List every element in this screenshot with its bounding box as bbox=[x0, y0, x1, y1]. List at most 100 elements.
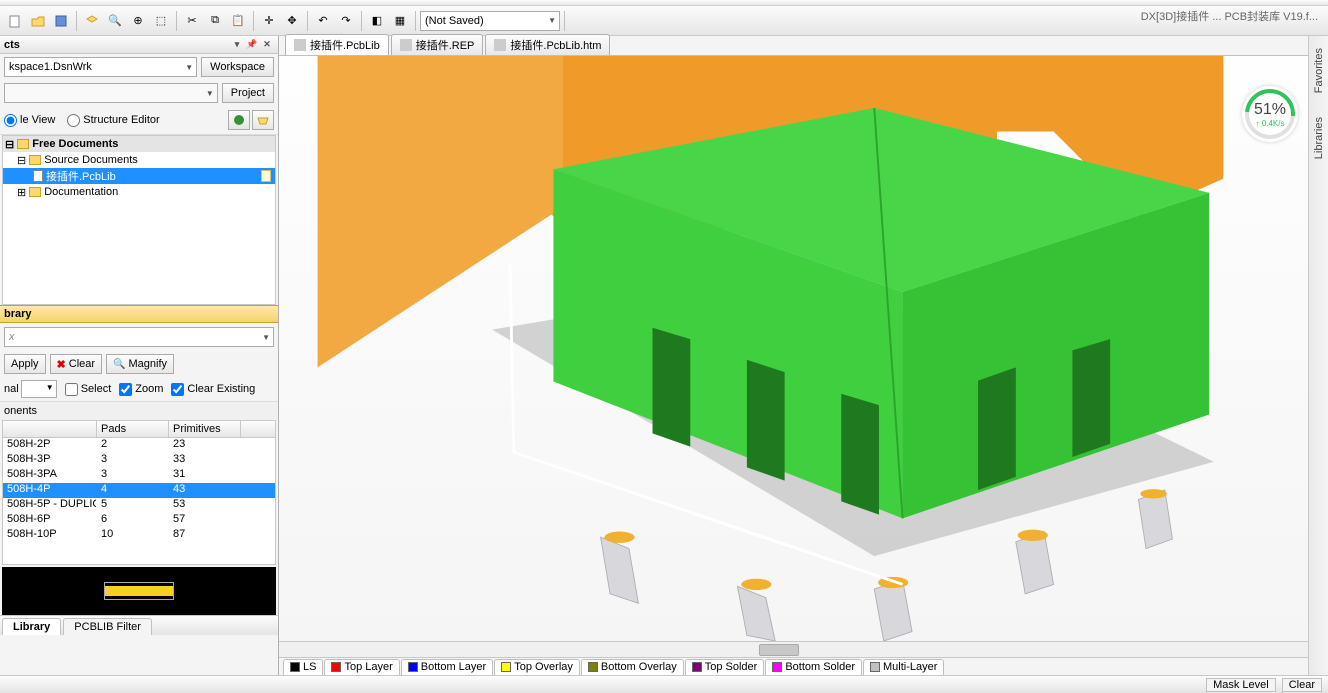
projects-panel-header: cts ▾ 📌 ✕ bbox=[0, 36, 278, 54]
paste-icon[interactable]: 📋 bbox=[227, 10, 249, 32]
layer-tab[interactable]: LS bbox=[283, 659, 323, 675]
zoom-fit-icon[interactable]: 🔍 bbox=[104, 10, 126, 32]
components-label: onents bbox=[0, 402, 278, 420]
layer-color-swatch bbox=[290, 662, 300, 672]
new-icon[interactable] bbox=[4, 10, 26, 32]
compile-icon[interactable] bbox=[228, 110, 250, 130]
workspace-combo[interactable]: kspace1.DsnWrk bbox=[4, 57, 197, 77]
tree-documentation[interactable]: ⊞Documentation bbox=[3, 184, 275, 200]
clear-existing-checkbox[interactable]: Clear Existing bbox=[171, 383, 255, 396]
table-row[interactable]: 508H-5P - DUPLIC.553 bbox=[3, 498, 275, 513]
layer-tab[interactable]: Top Overlay bbox=[494, 659, 580, 675]
redo-icon[interactable]: ↷ bbox=[335, 10, 357, 32]
table-row[interactable]: 508H-3PA331 bbox=[3, 468, 275, 483]
project-tree[interactable]: ⊟Free Documents ⊟Source Documents 接插件.Pc… bbox=[2, 135, 276, 305]
workspace-button[interactable]: Workspace bbox=[201, 57, 274, 77]
main-toolbar: 🔍 ⊕ ⬚ ✂ ⧉ 📋 ✛ ✥ ↶ ↷ ◧ ▦ (Not Saved) DX[3… bbox=[0, 6, 1328, 36]
tab-pcblib-filter[interactable]: PCBLIB Filter bbox=[63, 618, 152, 635]
open-icon[interactable] bbox=[27, 10, 49, 32]
project-combo[interactable] bbox=[4, 83, 218, 103]
normal-combo[interactable] bbox=[21, 380, 57, 398]
panel-menu-icon[interactable]: ▾ bbox=[230, 38, 244, 52]
layer-tab[interactable]: Bottom Overlay bbox=[581, 659, 684, 675]
side-tab-favorites[interactable]: Favorites bbox=[1311, 42, 1327, 99]
col-name[interactable] bbox=[3, 421, 97, 437]
select-checkbox[interactable]: Select bbox=[65, 383, 112, 396]
file-icon bbox=[400, 39, 412, 51]
left-panel-tabs: Library PCBLIB Filter bbox=[0, 615, 278, 635]
layer-color-swatch bbox=[692, 662, 702, 672]
scrollbar-thumb[interactable] bbox=[759, 644, 799, 656]
apply-button[interactable]: Apply bbox=[4, 354, 46, 374]
project-button[interactable]: Project bbox=[222, 83, 274, 103]
table-row[interactable]: 508H-3P333 bbox=[3, 453, 275, 468]
mask-level-button[interactable]: Mask Level bbox=[1206, 678, 1276, 692]
3d-viewport[interactable]: 51% ↑ 0.4K/s bbox=[279, 56, 1328, 641]
window-title-suffix: DX[3D]接插件 ... PCB封装库 V19.f... bbox=[1141, 8, 1318, 24]
layer-tab[interactable]: Top Layer bbox=[324, 659, 399, 675]
tree-root[interactable]: ⊟Free Documents bbox=[3, 136, 275, 152]
layer-color-swatch bbox=[588, 662, 598, 672]
workspace-combo-value: kspace1.DsnWrk bbox=[9, 61, 92, 73]
grid-icon[interactable]: ▦ bbox=[389, 10, 411, 32]
table-row[interactable]: 508H-2P223 bbox=[3, 438, 275, 453]
table-row[interactable]: 508H-6P657 bbox=[3, 513, 275, 528]
magnify-icon: 🔍 bbox=[113, 359, 125, 370]
horizontal-scrollbar[interactable] bbox=[279, 641, 1328, 657]
layer-tab[interactable]: Bottom Layer bbox=[401, 659, 493, 675]
footprint-graphic bbox=[104, 582, 174, 600]
components-table-head[interactable]: Pads Primitives bbox=[3, 421, 275, 438]
components-table: Pads Primitives 508H-2P223508H-3P333508H… bbox=[2, 420, 276, 565]
magnify-button[interactable]: 🔍Magnify bbox=[106, 354, 174, 374]
tab-library[interactable]: Library bbox=[2, 618, 61, 635]
structure-editor-radio[interactable]: Structure Editor bbox=[67, 114, 159, 127]
saved-combo[interactable]: (Not Saved) bbox=[420, 11, 560, 31]
document-tabs: 接插件.PcbLib接插件.REP接插件.PcbLib.htm bbox=[279, 36, 1328, 56]
layer-color-swatch bbox=[408, 662, 418, 672]
doc-tab[interactable]: 接插件.PcbLib bbox=[285, 34, 389, 55]
cut-icon[interactable]: ✂ bbox=[181, 10, 203, 32]
projects-panel-title: cts bbox=[4, 39, 20, 51]
crosshair-tool[interactable]: ✛ bbox=[258, 10, 280, 32]
col-primitives[interactable]: Primitives bbox=[169, 421, 241, 437]
layers-icon[interactable] bbox=[81, 10, 103, 32]
tree-source-docs[interactable]: ⊟Source Documents bbox=[3, 152, 275, 168]
col-pads[interactable]: Pads bbox=[97, 421, 169, 437]
panel-pin-icon[interactable]: 📌 bbox=[245, 38, 259, 52]
zoom-region-icon[interactable]: ⬚ bbox=[150, 10, 172, 32]
table-row[interactable]: 508H-4P443 bbox=[3, 483, 275, 498]
layer-tab[interactable]: Multi-Layer bbox=[863, 659, 944, 675]
file-view-radio[interactable]: le View bbox=[4, 114, 55, 127]
clear-button[interactable]: ✖Clear bbox=[50, 354, 103, 374]
doc-tab[interactable]: 接插件.PcbLib.htm bbox=[485, 34, 610, 55]
copy-icon[interactable]: ⧉ bbox=[204, 10, 226, 32]
layer-tab[interactable]: Top Solder bbox=[685, 659, 765, 675]
pcb-icon bbox=[33, 170, 43, 182]
file-icon bbox=[494, 39, 506, 51]
tree-file-pcblib[interactable]: 接插件.PcbLib bbox=[3, 168, 275, 184]
side-tab-libraries[interactable]: Libraries bbox=[1311, 111, 1327, 165]
zoom-checkbox[interactable]: Zoom bbox=[119, 383, 163, 396]
editor-area: 接插件.PcbLib接插件.REP接插件.PcbLib.htm bbox=[279, 36, 1328, 675]
table-row[interactable] bbox=[3, 543, 275, 558]
x-icon: ✖ bbox=[57, 358, 66, 371]
layer-color-swatch bbox=[772, 662, 782, 672]
panel-close-icon[interactable]: ✕ bbox=[260, 38, 274, 52]
library-panel-header: brary bbox=[0, 305, 278, 323]
doc-tab[interactable]: 接插件.REP bbox=[391, 34, 484, 55]
table-row[interactable]: 508H-10P1087 bbox=[3, 528, 275, 543]
left-panel: cts ▾ 📌 ✕ kspace1.DsnWrk Workspace Proje… bbox=[0, 36, 279, 675]
layer-tab[interactable]: Bottom Solder bbox=[765, 659, 862, 675]
layer-color-swatch bbox=[501, 662, 511, 672]
clear-mask-button[interactable]: Clear bbox=[1282, 678, 1322, 692]
mask-combo[interactable]: x bbox=[4, 327, 274, 347]
save-icon[interactable] bbox=[50, 10, 72, 32]
zoom-in-icon[interactable]: ⊕ bbox=[127, 10, 149, 32]
mode-icon[interactable]: ◧ bbox=[366, 10, 388, 32]
layer-color-swatch bbox=[870, 662, 880, 672]
footprint-preview bbox=[2, 567, 276, 615]
project-options-icon[interactable] bbox=[252, 110, 274, 130]
undo-icon[interactable]: ↶ bbox=[312, 10, 334, 32]
move-tool[interactable]: ✥ bbox=[281, 10, 303, 32]
saved-combo-value: (Not Saved) bbox=[425, 15, 484, 27]
